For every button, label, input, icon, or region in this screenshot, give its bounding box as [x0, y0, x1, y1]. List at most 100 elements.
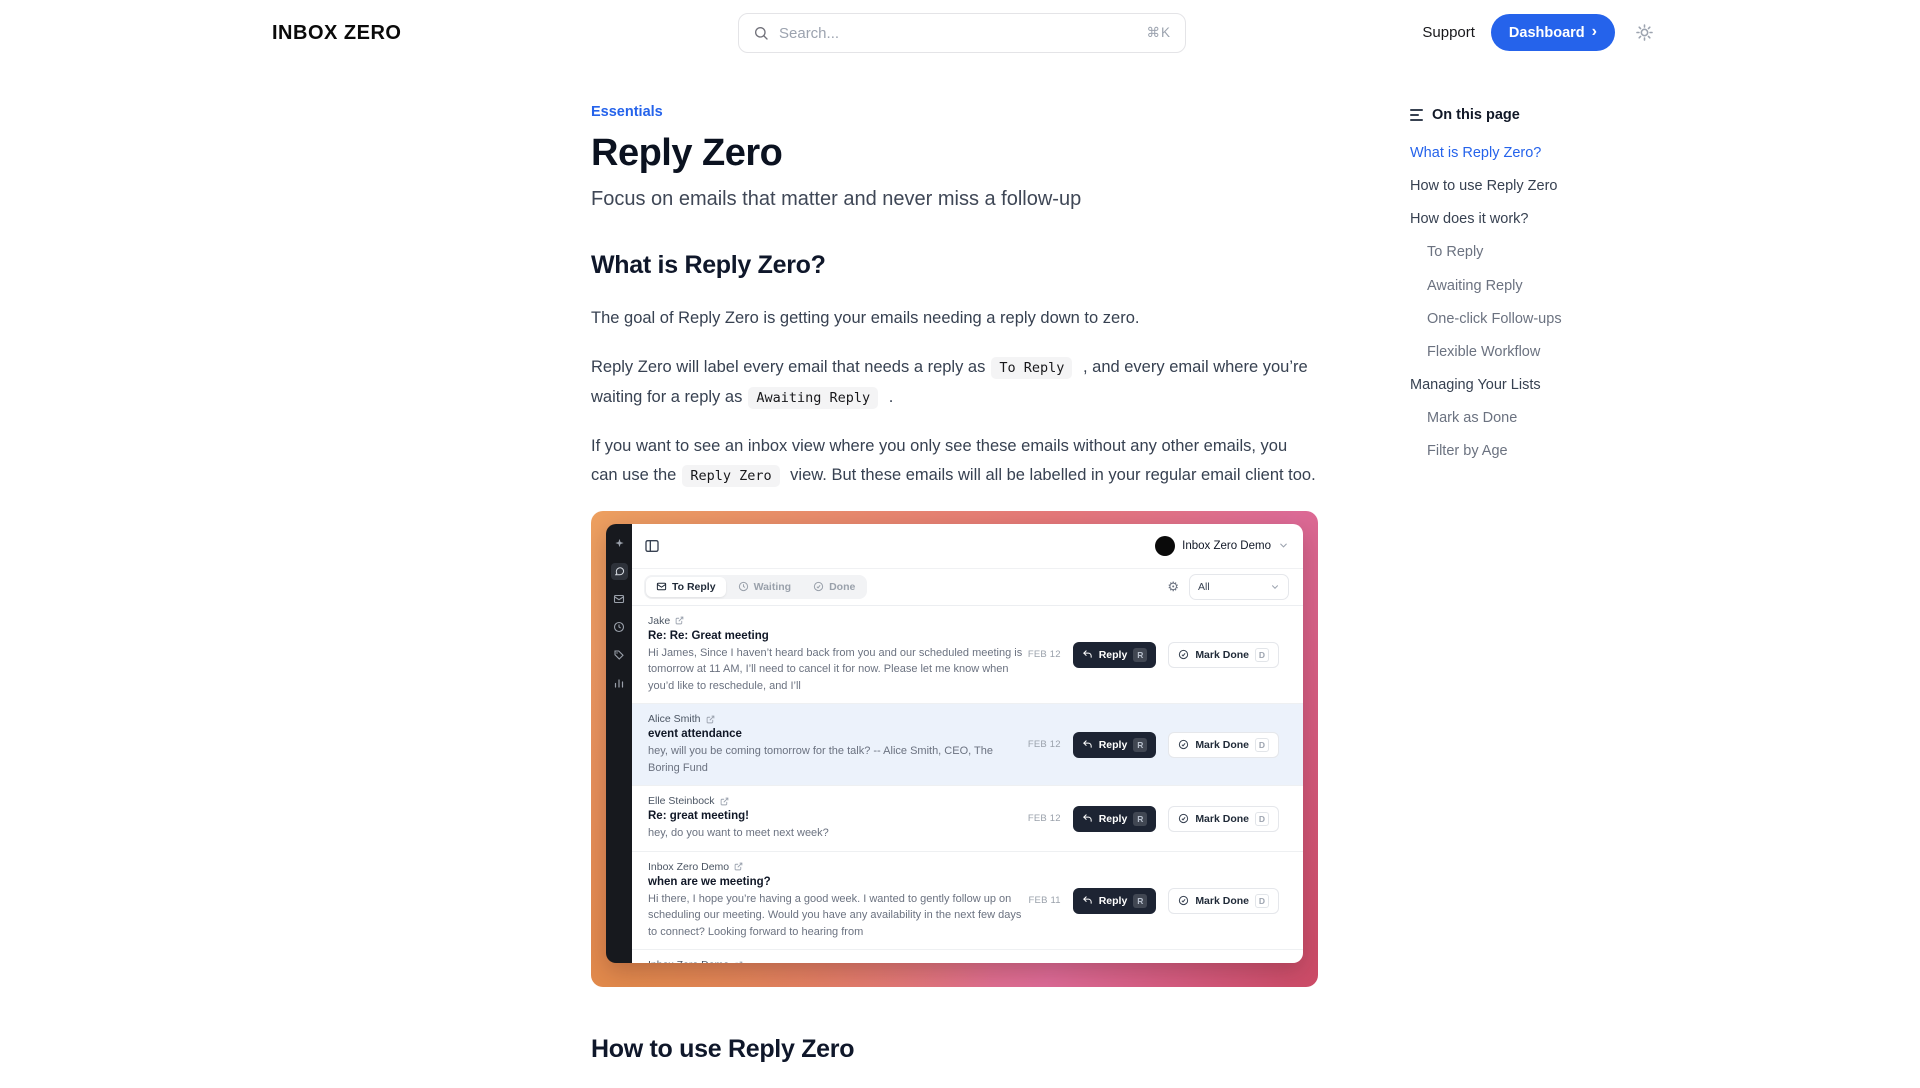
email-date: FEB 12 [1028, 813, 1061, 824]
chevron-right-icon: › [1592, 24, 1597, 40]
email-subject: when are we meeting? [648, 876, 1029, 888]
demo-app-window: Inbox Zero Demo To Reply Waiting [606, 524, 1303, 963]
tab-done[interactable]: Done [803, 577, 865, 597]
search-input[interactable]: Search... ⌘K [738, 13, 1186, 53]
email-row[interactable]: Alice Smith event attendance hey, will y… [632, 704, 1303, 786]
email-date: FEB 12 [1028, 649, 1061, 660]
dashboard-button-label: Dashboard [1509, 25, 1585, 41]
paragraph-1: The goal of Reply Zero is getting your e… [591, 304, 1318, 333]
done-kbd: D [1255, 894, 1269, 908]
email-row[interactable]: Jake Re: Re: Great meeting Hi James, Sin… [632, 606, 1303, 705]
panel-toggle-icon[interactable] [644, 538, 660, 554]
reply-arrow-icon [1082, 895, 1093, 906]
toc-link-flexible-workflow[interactable]: Flexible Workflow [1410, 343, 1630, 361]
toc-link-awaiting-reply[interactable]: Awaiting Reply [1410, 277, 1630, 295]
demo-tabs: To Reply Waiting Done [644, 575, 867, 599]
email-snippet: Hi there, I hope you’re having a good we… [648, 891, 1029, 941]
top-navbar: INBOX ZERO Search... ⌘K Support Dashboar… [0, 0, 1920, 66]
clock-icon [738, 581, 749, 592]
email-row[interactable]: Elle Steinbock Re: great meeting! hey, d… [632, 786, 1303, 852]
page-title: Reply Zero [591, 132, 1318, 175]
email-snippet: Hi James, Since I haven’t heard back fro… [648, 645, 1028, 695]
search-placeholder: Search... [779, 25, 1136, 42]
account-avatar [1155, 536, 1175, 556]
toc-link-filter-by-age[interactable]: Filter by Age [1410, 442, 1630, 460]
demo-toolbar: To Reply Waiting Done ⚙ [632, 568, 1303, 606]
reply-button[interactable]: ReplyR [1073, 888, 1157, 914]
sparkles-icon[interactable] [611, 535, 628, 552]
external-link-icon [734, 862, 743, 871]
external-link-icon [706, 715, 715, 724]
demo-sidebar [606, 524, 632, 963]
mail-icon[interactable] [611, 591, 628, 608]
reply-arrow-icon [1082, 813, 1093, 824]
email-sender: Jake [648, 615, 670, 627]
email-subject: event attendance [648, 728, 1028, 740]
email-sender: Inbox Zero Demo [648, 861, 729, 873]
toc-header: On this page [1410, 107, 1630, 123]
tab-to-reply[interactable]: To Reply [646, 577, 726, 597]
reply-arrow-icon [1082, 739, 1093, 750]
support-link[interactable]: Support [1422, 24, 1475, 41]
email-subject: Re: great meeting! [648, 810, 1028, 822]
chevron-down-icon [1278, 540, 1289, 551]
mark-done-button[interactable]: Mark DoneD [1168, 806, 1279, 832]
demo-main-panel: Inbox Zero Demo To Reply Waiting [632, 524, 1303, 963]
email-subject: Re: Re: Great meeting [648, 630, 1028, 642]
paragraph-3: If you want to see an inbox view where y… [591, 432, 1318, 491]
gear-icon[interactable]: ⚙ [1167, 580, 1179, 593]
code-to-reply: To Reply [991, 357, 1072, 379]
demo-topbar: Inbox Zero Demo [632, 524, 1303, 568]
reply-button[interactable]: ReplyR [1073, 806, 1157, 832]
reply-kbd: R [1133, 738, 1147, 752]
page-subtitle: Focus on emails that matter and never mi… [591, 188, 1318, 211]
heading-how-to-use: How to use Reply Zero [591, 1035, 1318, 1064]
reply-button[interactable]: ReplyR [1073, 642, 1157, 668]
toc-link-one-click-follow-ups[interactable]: One-click Follow-ups [1410, 310, 1630, 328]
tag-icon[interactable] [611, 647, 628, 664]
email-sender: Elle Steinbock [648, 795, 715, 807]
toc-link-managing-your-lists[interactable]: Managing Your Lists [1410, 376, 1630, 394]
reply-arrow-icon [1082, 649, 1093, 660]
navbar-actions: Support Dashboard › [1422, 14, 1654, 51]
email-row[interactable]: Inbox Zero Demo when are we meeting? Hi … [632, 852, 1303, 951]
mark-done-button[interactable]: Mark DoneD [1168, 642, 1279, 668]
code-awaiting-reply: Awaiting Reply [748, 387, 878, 409]
done-kbd: D [1255, 812, 1269, 826]
email-date: FEB 12 [1028, 739, 1061, 750]
demo-toolbar-right: ⚙ All [1167, 574, 1289, 600]
check-circle-icon [1178, 895, 1189, 906]
email-snippet: hey, will you be coming tomorrow for the… [648, 743, 1028, 776]
toc-link-mark-as-done[interactable]: Mark as Done [1410, 409, 1630, 427]
toc-link-what-is-reply-zero[interactable]: What is Reply Zero? [1410, 144, 1630, 162]
theme-toggle-sun-icon[interactable] [1635, 23, 1654, 42]
check-circle-icon [1178, 739, 1189, 750]
account-menu[interactable]: Inbox Zero Demo [1155, 536, 1289, 556]
clock-icon[interactable] [611, 619, 628, 636]
reply-kbd: R [1133, 648, 1147, 662]
brand-logo[interactable]: INBOX ZERO [272, 22, 401, 45]
email-sender: Inbox Zero Demo [648, 959, 729, 963]
external-link-icon [734, 961, 743, 963]
main-content: Essentials Reply Zero Focus on emails th… [591, 104, 1318, 1088]
code-reply-zero: Reply Zero [682, 465, 779, 487]
reply-button[interactable]: ReplyR [1073, 732, 1157, 758]
check-circle-icon [1178, 649, 1189, 660]
search-shortcut: ⌘K [1146, 25, 1171, 41]
mark-done-button[interactable]: Mark DoneD [1168, 888, 1279, 914]
filter-dropdown[interactable]: All [1189, 574, 1289, 600]
email-row[interactable]: Inbox Zero Demo Re: Re: great speaking H… [632, 950, 1303, 963]
toc-link-how-does-it-work[interactable]: How does it work? [1410, 210, 1630, 228]
toc-link-how-to-use[interactable]: How to use Reply Zero [1410, 177, 1630, 195]
dashboard-button[interactable]: Dashboard › [1491, 14, 1615, 51]
chart-icon[interactable] [611, 675, 628, 692]
mark-done-button[interactable]: Mark DoneD [1168, 732, 1279, 758]
toc-link-to-reply[interactable]: To Reply [1410, 243, 1630, 261]
reply-kbd: R [1133, 812, 1147, 826]
product-screenshot: Inbox Zero Demo To Reply Waiting [591, 511, 1318, 987]
reply-chat-icon[interactable] [611, 563, 628, 580]
list-icon [1410, 109, 1423, 121]
breadcrumb[interactable]: Essentials [591, 104, 1318, 120]
tab-waiting[interactable]: Waiting [728, 577, 802, 597]
email-list: Jake Re: Re: Great meeting Hi James, Sin… [632, 606, 1303, 963]
